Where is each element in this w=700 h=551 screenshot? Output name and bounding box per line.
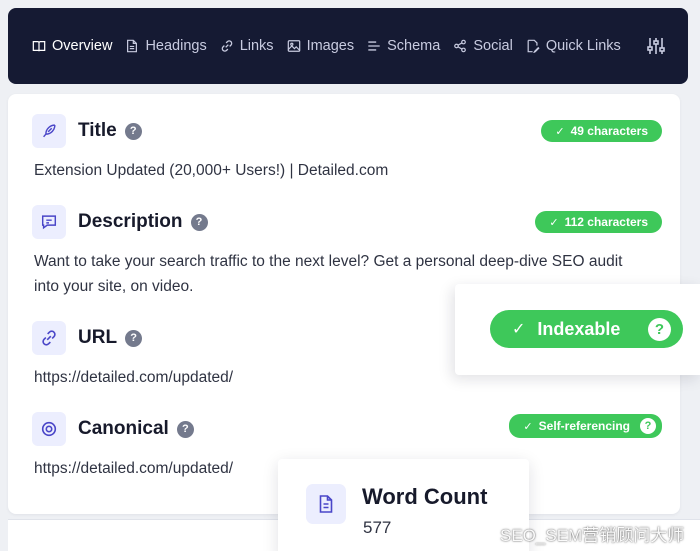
speech-bubble-icon — [32, 205, 66, 239]
feather-icon — [32, 114, 66, 148]
tab-label: Links — [239, 38, 274, 54]
status-badge: ✓ Self-referencing ? — [509, 414, 662, 438]
check-icon: ✓ — [523, 420, 533, 433]
badge-label: 112 characters — [564, 215, 648, 229]
word-count-value: 577 — [363, 518, 392, 537]
check-icon: ✓ — [549, 216, 559, 229]
sliders-icon — [647, 38, 665, 54]
tab-label: Images — [306, 38, 355, 54]
settings-button[interactable] — [646, 36, 666, 56]
pencil-doc-icon — [527, 39, 540, 53]
section-title: Canonical — [78, 418, 169, 439]
tab-label: Headings — [145, 38, 207, 54]
section-title: URL — [78, 327, 118, 348]
tab-label: Overview — [52, 38, 113, 54]
help-icon[interactable]: ? — [125, 329, 143, 347]
document-icon — [306, 484, 346, 524]
link-icon — [221, 40, 232, 52]
title-section: Title ? ✓ 49 characters Extension Update… — [32, 114, 662, 183]
help-icon[interactable]: ? — [640, 418, 656, 434]
section-title: Title — [78, 120, 117, 141]
watermark: SEO_SEM营销顾问大师 — [476, 521, 684, 546]
badge-label: Self-referencing — [538, 419, 630, 433]
indexable-label: Indexable — [537, 318, 621, 339]
status-badge: ✓ 49 characters — [541, 120, 662, 142]
target-icon — [32, 412, 66, 446]
top-nav: Overview Headings Links Images Schema So… — [8, 8, 688, 84]
indexable-callout: ✓ Indexable ? — [455, 284, 700, 375]
indexable-badge: ✓ Indexable ? — [490, 310, 683, 348]
word-count-title: Word Count — [362, 484, 488, 509]
link-icon — [32, 321, 66, 355]
help-icon[interactable]: ? — [176, 420, 194, 438]
tab-headings[interactable]: Headings — [125, 38, 207, 54]
tab-quick-links[interactable]: Quick Links — [526, 38, 621, 54]
help-icon[interactable]: ? — [190, 213, 208, 231]
document-icon — [127, 39, 138, 53]
section-title: Description — [78, 211, 183, 232]
tab-links[interactable]: Links — [220, 38, 274, 54]
title-value: Extension Updated (20,000+ Users!) | Det… — [34, 162, 389, 179]
share-icon — [454, 39, 467, 53]
badge-label: 49 characters — [570, 124, 648, 138]
image-icon — [287, 40, 300, 52]
help-icon[interactable]: ? — [124, 122, 142, 140]
list-icon — [368, 41, 380, 51]
check-icon: ✓ — [512, 321, 526, 338]
help-icon[interactable]: ? — [648, 318, 671, 341]
weibo-logo-icon — [476, 526, 495, 542]
check-icon: ✓ — [555, 125, 565, 138]
tab-label: Quick Links — [545, 38, 621, 54]
tab-schema[interactable]: Schema — [367, 38, 440, 54]
watermark-text: SEO_SEM营销顾问大师 — [500, 526, 685, 545]
tab-social[interactable]: Social — [453, 38, 513, 54]
tab-overview[interactable]: Overview — [32, 38, 112, 54]
tab-label: Schema — [387, 38, 441, 54]
book-icon — [32, 41, 46, 52]
status-badge: ✓ 112 characters — [535, 211, 662, 233]
tab-label: Social — [473, 38, 513, 54]
tab-images[interactable]: Images — [287, 38, 355, 54]
